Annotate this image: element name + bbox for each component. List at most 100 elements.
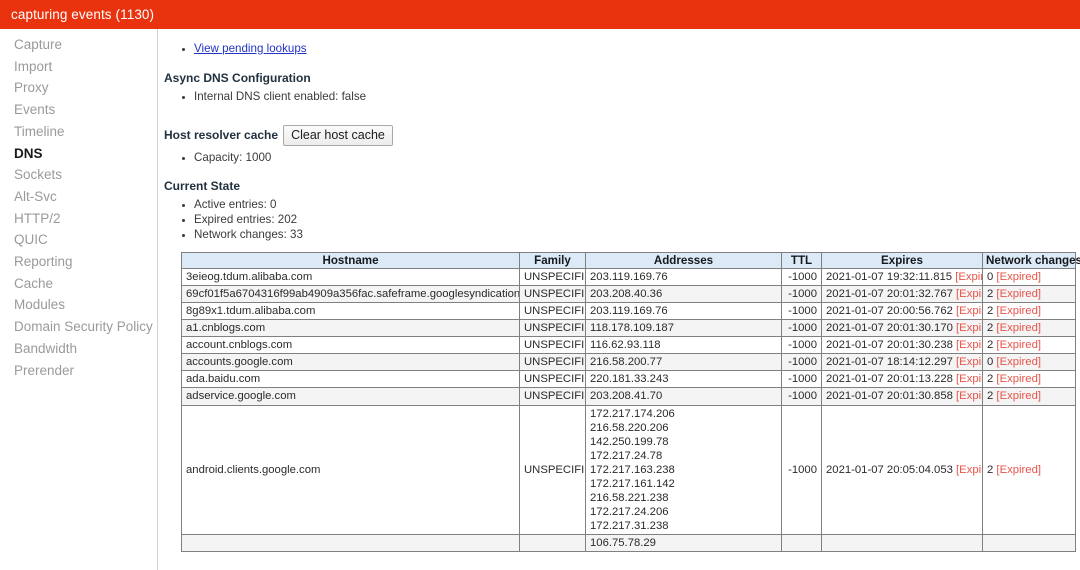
host-resolver-cache-row: Host resolver cache Clear host cache bbox=[164, 124, 1072, 146]
cell-expires: 2021-01-07 20:01:30.858 [Expired] bbox=[821, 387, 983, 406]
cell-expires bbox=[821, 534, 983, 553]
cell-ttl: -1000 bbox=[781, 387, 822, 406]
table-body: 3eieog.tdum.alibaba.comUNSPECIFIED203.11… bbox=[181, 267, 1076, 553]
expired-badge: [Expired] bbox=[993, 356, 1042, 369]
cell-addresses: 220.181.33.243 bbox=[585, 370, 782, 389]
sidebar-item-modules[interactable]: Modules bbox=[0, 294, 157, 316]
cell-addresses: 216.58.200.77 bbox=[585, 353, 782, 372]
cell-hostname: accounts.google.com bbox=[181, 353, 520, 372]
cell-ttl: -1000 bbox=[781, 370, 822, 389]
column-header-family[interactable]: Family bbox=[519, 251, 586, 269]
sidebar-item-bandwidth[interactable]: Bandwidth bbox=[0, 338, 157, 360]
pending-lookups-item: View pending lookups bbox=[194, 42, 1072, 57]
cell-expires: 2021-01-07 20:01:30.238 [Expired] bbox=[821, 336, 983, 355]
cell-family: UNSPECIFIED bbox=[519, 301, 586, 321]
cell-addresses: 203.119.169.76 bbox=[585, 267, 782, 286]
clear-host-cache-button[interactable]: Clear host cache bbox=[283, 124, 393, 146]
main-content: View pending lookups Async DNS Configura… bbox=[159, 29, 1080, 570]
cell-addresses: 118.178.109.187 bbox=[585, 319, 782, 338]
host-cache-table: Hostname Family Addresses TTL Expires Network… bbox=[181, 251, 1080, 553]
cell-addresses: 106.75.78.29 bbox=[585, 534, 782, 553]
column-header-hostname[interactable]: Hostname bbox=[181, 251, 520, 269]
address-line: 172.217.174.206 bbox=[590, 407, 675, 420]
expired-badge: [Expired] bbox=[993, 270, 1042, 283]
sidebar-item-events[interactable]: Events bbox=[0, 99, 157, 121]
sidebar-item-timeline[interactable]: Timeline bbox=[0, 121, 157, 143]
cell-ttl: -1000 bbox=[781, 404, 822, 536]
internal-dns-client-item: Internal DNS client enabled: false bbox=[194, 90, 1072, 105]
capacity-list: Capacity: 1000 bbox=[164, 151, 1072, 166]
cell-addresses: 203.208.41.70 bbox=[585, 387, 782, 406]
sidebar-item-alt-svc[interactable]: Alt-Svc bbox=[0, 186, 157, 208]
cell-hostname: a1.cnblogs.com bbox=[181, 319, 520, 338]
cell-family bbox=[519, 534, 586, 553]
expires-timestamp: 2021-01-07 20:05:04.053 bbox=[826, 463, 953, 476]
table-row: 106.75.78.29 bbox=[181, 534, 1076, 553]
expired-badge: [Expired] bbox=[955, 270, 981, 283]
cell-network-changes: 0 [Expired] bbox=[982, 353, 1076, 372]
expires-timestamp: 2021-01-07 20:01:30.858 bbox=[826, 390, 953, 403]
sidebar-item-capture[interactable]: Capture bbox=[0, 34, 157, 56]
cell-addresses: 203.119.169.76 bbox=[585, 301, 782, 321]
cell-family: UNSPECIFIED bbox=[519, 284, 586, 303]
expires-timestamp: 2021-01-07 20:01:30.170 bbox=[826, 322, 953, 335]
address-line: 172.217.163.238 bbox=[590, 463, 675, 476]
sidebar-item-proxy[interactable]: Proxy bbox=[0, 77, 157, 99]
cell-hostname: 8g89x1.tdum.alibaba.com bbox=[181, 301, 520, 321]
cell-ttl: -1000 bbox=[781, 319, 822, 338]
table-row: a1.cnblogs.comUNSPECIFIED 118.178.109.187… bbox=[181, 319, 1076, 338]
cell-expires: 2021-01-07 18:14:12.297 [Expired] bbox=[821, 353, 983, 372]
sidebar-item-reporting[interactable]: Reporting bbox=[0, 251, 157, 273]
expires-timestamp: 2021-01-07 20:00:56.762 bbox=[826, 304, 953, 317]
cell-network-changes: 2 [Expired] bbox=[982, 370, 1076, 389]
address-line: 172.217.161.142 bbox=[590, 478, 675, 490]
expired-badge: [Expired] bbox=[956, 373, 982, 386]
cell-ttl: -1000 bbox=[781, 336, 822, 355]
cell-family: UNSPECIFIED bbox=[519, 267, 586, 286]
column-header-network-changes[interactable]: Network changes bbox=[982, 251, 1080, 269]
sidebar-item-cache[interactable]: Cache bbox=[0, 273, 157, 295]
async-dns-heading: Async DNS Configuration bbox=[164, 70, 311, 85]
expired-badge: [Expired] bbox=[993, 373, 1042, 386]
address-line: 203.208.41.70 bbox=[590, 390, 663, 403]
current-state-heading: Current State bbox=[164, 179, 241, 194]
cell-network-changes: 2 [Expired] bbox=[982, 301, 1076, 321]
expired-badge: [Expired] bbox=[956, 322, 982, 335]
address-line: 203.208.40.36 bbox=[590, 287, 663, 300]
cell-hostname: 69cf01f5a6704316f99ab4909a356fac.safefra… bbox=[181, 284, 520, 303]
address-line: 220.181.33.243 bbox=[590, 373, 669, 386]
cell-expires: 2021-01-07 20:01:30.170 [Expired] bbox=[821, 319, 983, 338]
network-changes-item: Network changes: 33 bbox=[194, 228, 1072, 243]
cell-expires: 2021-01-07 20:01:32.767 [Expired] bbox=[821, 284, 983, 303]
cell-family: UNSPECIFIED bbox=[519, 353, 586, 372]
expires-timestamp: 2021-01-07 20:01:30.238 bbox=[826, 339, 953, 352]
sidebar-item-domain-security-policy[interactable]: Domain Security Policy bbox=[0, 316, 157, 338]
cell-addresses: 172.217.174.206 216.58.220.206 142.250.199… bbox=[585, 404, 782, 536]
cell-ttl bbox=[781, 534, 822, 553]
cell-ttl: -1000 bbox=[781, 267, 822, 286]
column-header-ttl[interactable]: TTL bbox=[781, 251, 822, 269]
cell-hostname: android.clients.google.com bbox=[181, 404, 520, 536]
sidebar-item-dns[interactable]: DNS bbox=[0, 143, 157, 165]
cell-expires: 2021-01-07 20:01:13.228 [Expired] bbox=[821, 370, 983, 389]
expired-badge: [Expired] bbox=[956, 339, 982, 352]
cell-expires: 2021-01-07 20:00:56.762 [Expired] bbox=[821, 301, 983, 321]
expired-badge: [Expired] bbox=[956, 287, 982, 300]
address-line: 118.178.109.187 bbox=[590, 322, 674, 335]
table-row: adservice.google.comUNSPECIFIED 203.208.4… bbox=[181, 387, 1076, 406]
address-line: 216.58.220.206 bbox=[590, 421, 669, 434]
sidebar-item-prerender[interactable]: Prerender bbox=[0, 360, 157, 382]
sidebar-item-sockets[interactable]: Sockets bbox=[0, 164, 157, 186]
sidebar-item-quic[interactable]: QUIC bbox=[0, 229, 157, 251]
column-header-expires[interactable]: Expires bbox=[821, 251, 983, 269]
net-internals-window: capturing events (1130) Capture Import Pro… bbox=[0, 0, 1080, 570]
pending-lookups-list: View pending lookups bbox=[164, 42, 1072, 57]
cell-network-changes: 2 [Expired] bbox=[982, 319, 1076, 338]
sidebar-item-http-2[interactable]: HTTP/2 bbox=[0, 208, 157, 230]
sidebar-item-import[interactable]: Import bbox=[0, 56, 157, 78]
cell-hostname bbox=[181, 534, 520, 553]
column-header-addresses[interactable]: Addresses bbox=[585, 251, 782, 269]
table-header: Hostname Family Addresses TTL Expires Network… bbox=[181, 251, 1080, 269]
cell-family: UNSPECIFIED bbox=[519, 387, 586, 406]
view-pending-lookups-link[interactable]: View pending lookups bbox=[194, 42, 307, 55]
